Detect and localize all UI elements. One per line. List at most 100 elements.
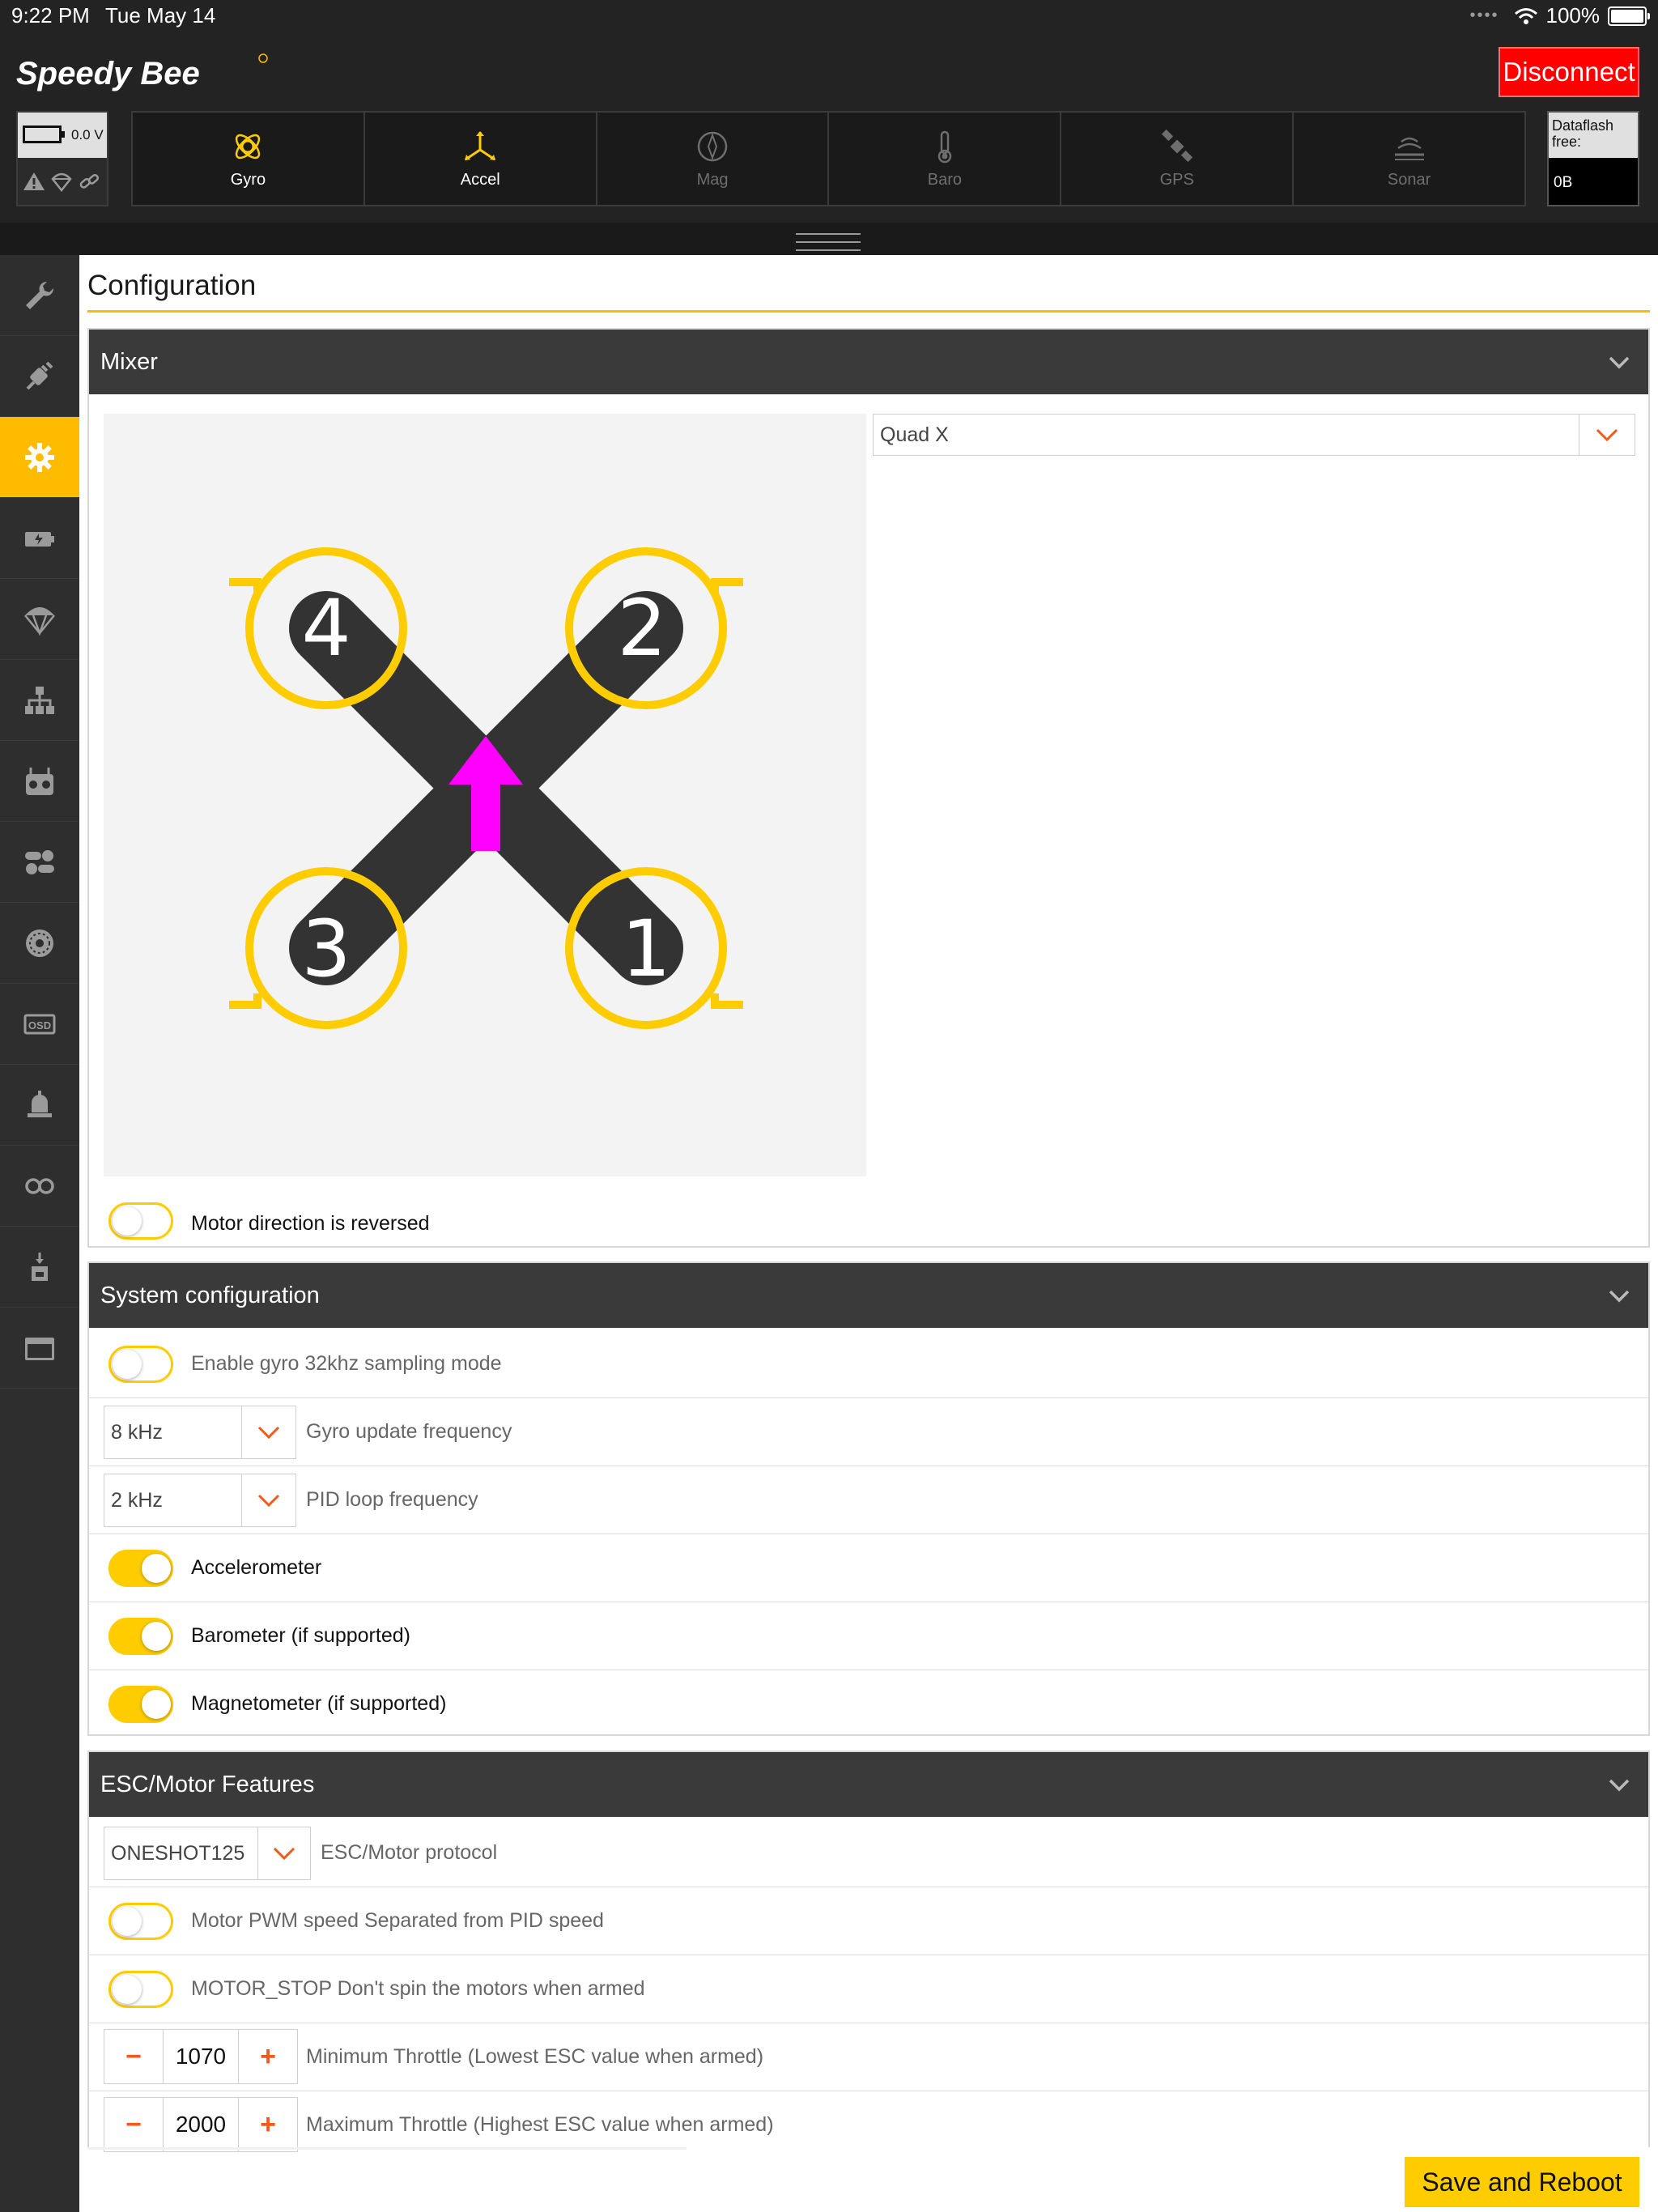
accel-toggle[interactable] [108,1550,173,1587]
gyro32-row: Enable gyro 32khz sampling mode [89,1329,1648,1398]
chevron-down-icon [1579,415,1635,455]
gyro32-toggle[interactable] [108,1346,173,1383]
dataflash-value: 0B [1554,174,1573,191]
sidebar-item-motors[interactable] [0,903,79,984]
satellite-icon [1161,129,1192,162]
baro-row: Barometer (if supported) [89,1602,1648,1670]
remote-control-icon [26,767,53,795]
wifi-icon [1514,7,1537,24]
sidebar-item-cli[interactable] [0,1308,79,1389]
sensor-label: Sonar [1387,170,1431,189]
mixer-diagram: 4 2 3 1 [104,414,866,1176]
disconnect-button[interactable]: Disconnect [1499,47,1639,97]
rotation-mark-1 [711,993,743,1009]
status-date: Tue May 14 [105,3,216,28]
pwm-separate-toggle[interactable] [108,1903,173,1940]
sidebar-item-modes[interactable] [0,822,79,903]
decrement-button[interactable]: − [104,2098,163,2151]
pid-freq-label: PID loop frequency [306,1487,478,1511]
infinity-icon [25,1177,54,1194]
rotation-mark-3 [229,993,261,1009]
sidebar-item-power[interactable] [0,498,79,579]
toggles-icon [25,849,54,874]
chevron-down-icon [1609,1779,1630,1792]
accel-row: Accelerometer [89,1534,1648,1602]
sidebar-item-led[interactable] [0,1065,79,1146]
sidebar-item-failsafe[interactable] [0,579,79,660]
system-config-title: System configuration [100,1282,320,1308]
sonar-icon [1394,137,1424,160]
svg-text:OSD: OSD [28,1019,51,1032]
battery-percent: 100% [1545,3,1601,28]
motor-stop-row: MOTOR_STOP Don't spin the motors when ar… [89,1955,1648,2023]
min-throttle-value[interactable]: 1070 [163,2030,239,2083]
sidebar-item-osd[interactable]: OSD [0,984,79,1065]
chip-download-icon [32,1252,48,1281]
increment-button[interactable]: + [239,2098,297,2151]
dataflash-label: Dataflash free: [1549,113,1638,158]
sidebar-item-firmware[interactable] [0,1227,79,1308]
sidebar-item-pid[interactable] [0,660,79,741]
sensor-gps: GPS [1061,113,1295,205]
gyro-freq-select[interactable]: 8 kHz [104,1406,296,1459]
motor-stop-toggle[interactable] [108,1971,173,2008]
sensor-baro: Baro [829,113,1062,205]
dataflash-box: Dataflash free: 0B [1547,111,1639,206]
min-throttle-row: − 1070 + Minimum Throttle (Lowest ESC va… [89,2023,1648,2091]
sidebar: OSD [0,255,79,2212]
thermometer-icon [937,130,952,163]
sidebar-item-receiver[interactable] [0,741,79,822]
drawer-handle[interactable] [796,227,861,257]
voltage-box: 0.0 V [16,111,108,206]
pid-freq-select[interactable]: 2 kHz [104,1474,296,1527]
sensor-label: Accel [460,170,500,189]
mixer-header[interactable]: Mixer [89,330,1648,394]
accel-icon [465,130,496,160]
mixer-panel: Mixer 4 2 3 1 Quad X Motor direction is … [87,328,1650,1248]
voltage-value: 0.0 V [71,127,104,143]
status-bar: 9:22 PM Tue May 14 •••• 100% [0,0,1658,32]
gyro-freq-label: Gyro update frequency [306,1419,512,1443]
sidebar-item-blackbox[interactable] [0,1146,79,1227]
max-throttle-stepper: − 2000 + [104,2097,298,2152]
esc-header[interactable]: ESC/Motor Features [89,1752,1648,1817]
motor-reversed-toggle[interactable] [108,1202,173,1240]
sensor-gyro: Gyro [133,113,365,205]
mixer-title: Mixer [100,348,158,375]
title-rule [87,310,1650,313]
sidebar-item-setup[interactable] [0,255,79,336]
sidebar-item-ports[interactable] [0,336,79,417]
pwm-separate-label: Motor PWM speed Separated from PID speed [191,1908,604,1932]
chevron-down-icon [241,1474,295,1526]
gear-icon [25,442,54,472]
increment-button[interactable]: + [239,2030,297,2083]
system-config-panel: System configuration Enable gyro 32khz s… [87,1261,1650,1736]
decrement-button[interactable]: − [104,2030,163,2083]
pwm-separate-row: Motor PWM speed Separated from PID speed [89,1887,1648,1955]
motor-icon [26,929,53,957]
mixer-type-select[interactable]: Quad X [873,414,1635,456]
parachute-icon [24,606,55,636]
sensor-label: Baro [927,170,963,189]
sidebar-item-configuration[interactable] [0,417,79,498]
sensor-strip: Gyro Accel Mag Baro GPS Sonar [131,111,1526,206]
parachute-icon [51,172,72,192]
save-and-reboot-button[interactable]: Save and Reboot [1405,2157,1639,2207]
plug-icon [26,361,53,389]
chevron-down-icon [241,1406,295,1458]
esc-protocol-select[interactable]: ONESHOT125 [104,1827,311,1880]
accel-label: Accelerometer [191,1555,322,1579]
mag-toggle[interactable] [108,1686,173,1723]
motor-number: 4 [301,583,351,674]
system-config-header[interactable]: System configuration [89,1263,1648,1328]
gyro-freq-value: 8 kHz [111,1420,163,1444]
speedybee-logo: Speedy Bee [16,53,268,91]
baro-toggle[interactable] [108,1618,173,1655]
max-throttle-value[interactable]: 2000 [163,2098,239,2151]
osd-icon: OSD [23,1014,56,1034]
warning-icon [23,172,45,190]
battery-level-icon [23,125,65,143]
window-icon [25,1337,54,1360]
battery-icon [1608,6,1650,26]
esc-protocol-label: ESC/Motor protocol [321,1840,498,1864]
